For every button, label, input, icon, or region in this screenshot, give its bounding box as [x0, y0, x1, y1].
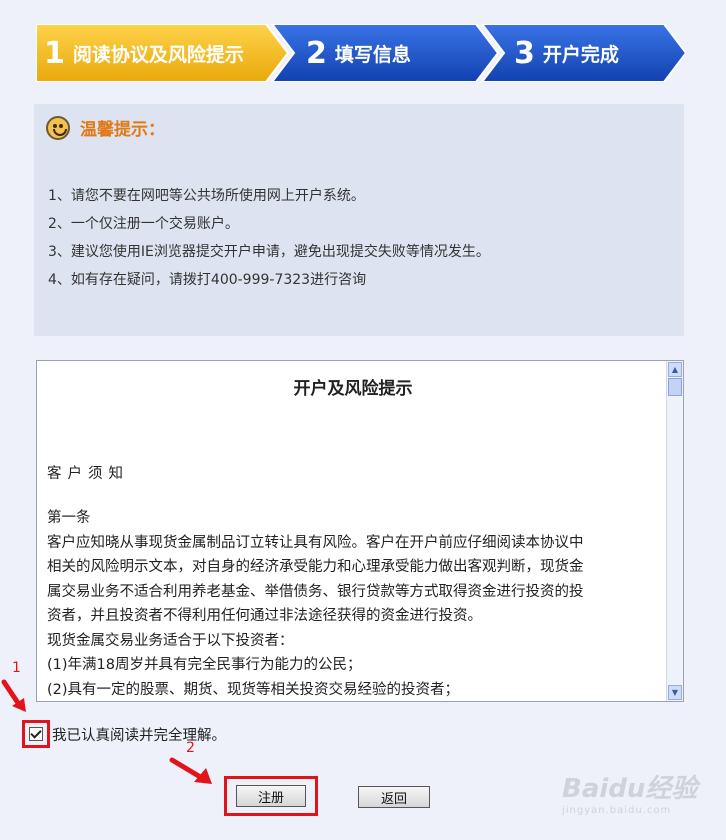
step-1-number: 1: [44, 35, 65, 71]
notice-item: 1、请您不要在网吧等公共场所使用网上开户系统。: [48, 188, 365, 204]
annotation-number-1: 1: [12, 660, 21, 676]
agreement-line: (1)年满18周岁并具有完全民事行为能力的公民；: [47, 657, 362, 673]
step-3: 3 开户完成: [514, 24, 684, 82]
agree-row: 我已认真阅读并完全理解。: [22, 720, 226, 748]
agreement-line: 相关的风险明示文本，对自身的经济承受能力和心理承受能力做出客观判断，现货金: [47, 559, 584, 575]
agree-label[interactable]: 我已认真阅读并完全理解。: [52, 724, 226, 745]
agreement-line: 第一条: [47, 510, 91, 526]
vertical-scrollbar[interactable]: ▲ ▼: [666, 361, 683, 701]
baidu-watermark: Baidu经验 jingyan.baidu.com: [562, 768, 697, 816]
agreement-heading: 客户须知: [47, 465, 129, 482]
notice-item: 2、一个仅注册一个交易账户。: [48, 216, 239, 232]
agreement-line: 属交易业务不适合利用养老基金、举借债务、银行贷款等方式取得资金进行投资的投: [47, 583, 584, 600]
step-2-label: 填写信息: [334, 43, 411, 66]
watermark-text: Baidu经验: [562, 774, 698, 804]
step-3-label: 开户完成: [542, 43, 619, 66]
step-1: 1 阅读协议及风险提示: [44, 24, 296, 82]
agreement-textarea[interactable]: 开户及风险提示 客户须知 第一条 客户应知晓从事现货金属制品订立转让具有风险。客…: [36, 360, 684, 702]
agree-checkbox-highlight: [22, 720, 50, 748]
annotation-arrow-1-icon: [1, 679, 26, 712]
watermark-sub: jingyan.baidu.com: [562, 805, 672, 816]
notice-item: 4、如有存在疑问，请拨打400-999-7323进行咨询: [48, 272, 367, 288]
register-button[interactable]: 注册: [236, 785, 306, 807]
notice-title: 温馨提示：: [80, 120, 165, 140]
agreement-title: 开户及风险提示: [293, 379, 413, 399]
agreement-line: 资者，并且投资者不得利用任何通过非法途径获得的资金进行投资。: [47, 608, 482, 624]
step-progress-bar: 1 阅读协议及风险提示 2 填写信息 3 开户完成: [36, 24, 686, 82]
scroll-down-icon[interactable]: ▼: [668, 685, 682, 700]
notice-header: 温馨提示：: [46, 115, 165, 140]
register-button-highlight: 注册: [224, 776, 318, 816]
step-2: 2 填写信息: [306, 24, 492, 82]
back-button[interactable]: 返回: [358, 786, 430, 808]
step-3-number: 3: [514, 35, 535, 71]
agreement-line: (2)具有一定的股票、期货、现货等相关投资交易经验的投资者；: [47, 681, 460, 698]
scroll-up-icon[interactable]: ▲: [668, 362, 682, 377]
notice-item: 3、建议您使用IE浏览器提交开户申请，避免出现提交失败等情况发生。: [48, 244, 490, 260]
notice-list: 1、请您不要在网吧等公共场所使用网上开户系统。 2、一个仅注册一个交易账户。 3…: [48, 182, 490, 294]
agree-checkbox[interactable]: [29, 727, 43, 741]
agreement-line: 客户应知晓从事现货金属制品订立转让具有风险。客户在开户前应仔细阅读本协议中: [47, 534, 584, 551]
agreement-line: 现货金属交易业务适合于以下投资者：: [47, 632, 294, 649]
scroll-thumb[interactable]: [668, 378, 682, 396]
step-2-number: 2: [306, 35, 327, 71]
agreement-content: 开户及风险提示 客户须知 第一条 客户应知晓从事现货金属制品订立转让具有风险。客…: [47, 361, 659, 701]
smiley-icon: [46, 115, 70, 140]
step-1-label: 阅读协议及风险提示: [72, 43, 244, 66]
annotation-arrow-2-icon: [169, 757, 212, 784]
